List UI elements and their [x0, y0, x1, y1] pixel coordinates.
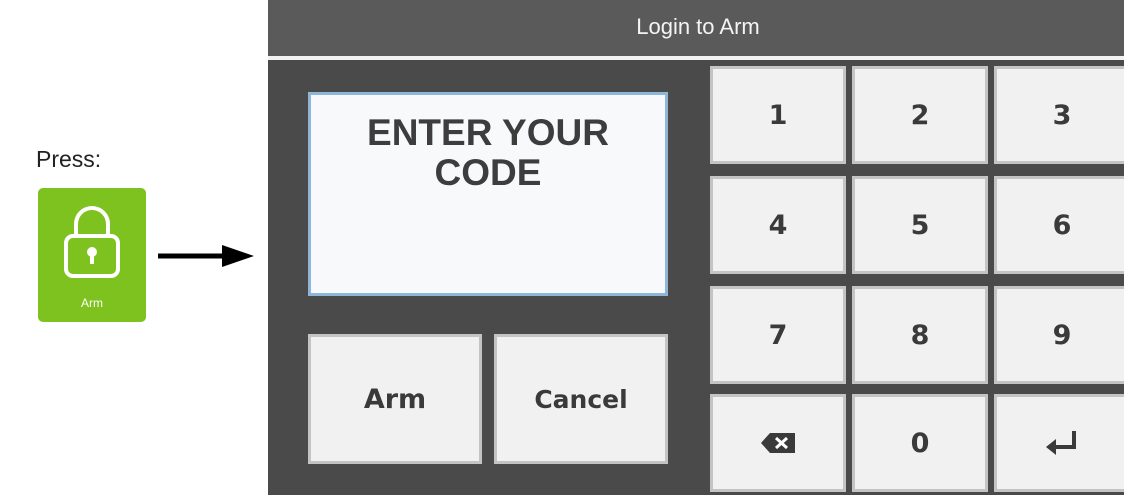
key-1[interactable]: 1	[710, 66, 846, 164]
enter-key[interactable]	[994, 394, 1124, 492]
code-display: ENTER YOUR CODE	[308, 92, 668, 296]
arm-tile[interactable]: Arm	[38, 188, 146, 322]
backspace-icon	[761, 433, 795, 453]
arrow-right-icon	[158, 245, 254, 267]
key-3[interactable]: 3	[994, 66, 1124, 164]
key-7[interactable]: 7	[710, 286, 846, 384]
lock-icon	[64, 206, 120, 278]
key-8[interactable]: 8	[852, 286, 988, 384]
key-4[interactable]: 4	[710, 176, 846, 274]
prompt-line-1: ENTER YOUR	[367, 112, 609, 153]
key-2[interactable]: 2	[852, 66, 988, 164]
backspace-key[interactable]	[710, 394, 846, 492]
key-0[interactable]: 0	[852, 394, 988, 492]
key-9[interactable]: 9	[994, 286, 1124, 384]
arm-button[interactable]: Arm	[308, 334, 482, 464]
press-label: Press:	[36, 146, 102, 172]
screen-title: Login to Arm	[636, 14, 760, 39]
title-bar: Login to Arm	[268, 0, 1124, 60]
arm-tile-label: Arm	[81, 296, 103, 310]
enter-icon	[1046, 431, 1076, 455]
key-5[interactable]: 5	[852, 176, 988, 274]
key-6[interactable]: 6	[994, 176, 1124, 274]
login-screen: Login to Arm ENTER YOUR CODE Arm Cancel …	[268, 0, 1124, 495]
prompt-line-2: CODE	[434, 152, 542, 193]
cancel-button[interactable]: Cancel	[494, 334, 668, 464]
